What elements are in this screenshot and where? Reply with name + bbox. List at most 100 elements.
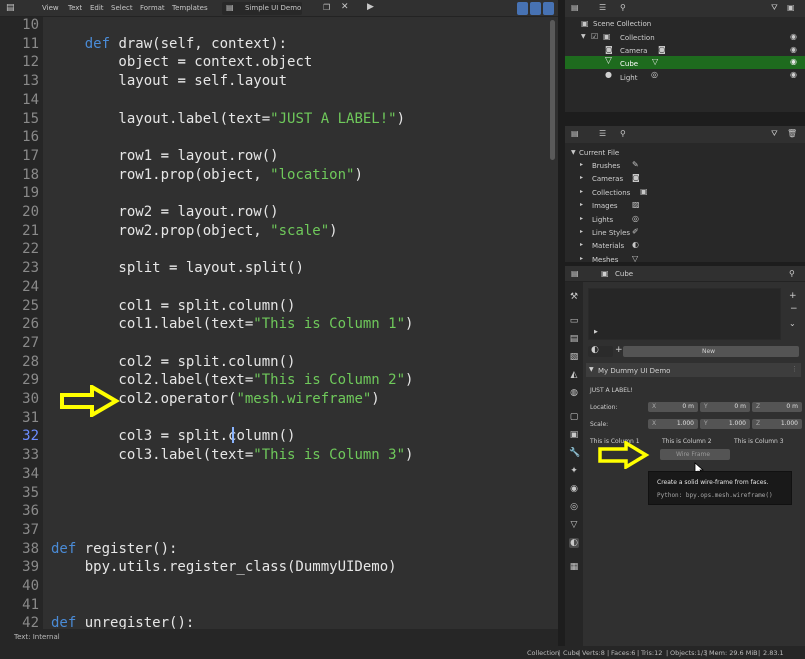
file-name[interactable]: Simple UI Demo: [245, 4, 301, 12]
menu-text[interactable]: Text: [68, 4, 82, 12]
drag-handle-icon[interactable]: ⋮: [791, 365, 798, 373]
filter-icon[interactable]: ⛛: [771, 129, 778, 139]
expand-icon[interactable]: ▸: [580, 241, 583, 248]
eye-icon[interactable]: ◉: [790, 32, 797, 41]
expand-icon[interactable]: ▸: [580, 201, 583, 208]
code-line[interactable]: col2 = split.column(): [51, 354, 295, 370]
scale-z-field[interactable]: Z 1.000: [752, 419, 802, 429]
expand-icon[interactable]: ▸: [580, 161, 583, 168]
view-layer-tab-icon[interactable]: ▧: [569, 352, 579, 362]
add-slot-icon[interactable]: +: [789, 291, 797, 301]
close-icon[interactable]: ✕: [341, 2, 349, 12]
datablock-item[interactable]: Meshes: [592, 256, 618, 264]
code-line[interactable]: split = layout.split(): [51, 260, 303, 276]
code-line[interactable]: row1.prop(object, "location"): [51, 167, 362, 183]
syntax-highlight-toggle[interactable]: [543, 2, 554, 15]
menu-select[interactable]: Select: [111, 4, 133, 12]
location-y-field[interactable]: Y 0 m: [700, 402, 750, 412]
copy-icon[interactable]: ❐: [323, 3, 330, 12]
location-z-field[interactable]: Z 0 m: [752, 402, 802, 412]
material-slot-list[interactable]: [588, 288, 781, 340]
scale-x-field[interactable]: X 1.000: [648, 419, 698, 429]
code-line[interactable]: def unregister():: [51, 615, 194, 629]
expand-icon[interactable]: ▸: [580, 174, 583, 181]
editor-type-icon[interactable]: ▤: [6, 3, 15, 13]
display-mode-icon[interactable]: ☰: [599, 129, 606, 138]
outliner-item-collection[interactable]: Collection: [620, 34, 655, 42]
collapse-icon[interactable]: ▼: [589, 366, 594, 373]
code-area[interactable]: def draw(self, context): object = contex…: [43, 17, 558, 629]
datablock-item[interactable]: Brushes: [592, 162, 620, 170]
render-tab-icon[interactable]: ▭: [569, 316, 579, 326]
constraints-tab-icon[interactable]: ◎: [569, 502, 579, 512]
material-tab-icon[interactable]: ◐: [569, 538, 579, 548]
code-line[interactable]: bpy.utils.register_class(DummyUIDemo): [51, 559, 397, 575]
eye-icon[interactable]: ◉: [790, 45, 797, 54]
eye-icon[interactable]: ◉: [790, 57, 797, 66]
code-line[interactable]: def register():: [51, 541, 177, 557]
menu-format[interactable]: Format: [140, 4, 165, 12]
code-line[interactable]: col3.label(text="This is Column 3"): [51, 447, 413, 463]
menu-templates[interactable]: Templates: [172, 4, 208, 12]
expand-icon[interactable]: ▸: [580, 228, 583, 235]
remove-slot-icon[interactable]: −: [790, 304, 798, 314]
run-script-icon[interactable]: ▶: [367, 2, 374, 12]
scene-tab-icon[interactable]: ◭: [569, 370, 579, 380]
particles-tab-icon[interactable]: ✦: [569, 466, 579, 476]
datablock-item[interactable]: Materials: [592, 242, 624, 250]
physics-tab-icon[interactable]: ◉: [569, 484, 579, 494]
code-line[interactable]: col3 = split.column(): [51, 428, 295, 444]
outliner-row-selected[interactable]: [565, 56, 805, 69]
output-tab-icon[interactable]: ▤: [569, 334, 579, 344]
outliner-scene-collection[interactable]: Scene Collection: [593, 20, 651, 28]
line-numbers-toggle[interactable]: [517, 2, 528, 15]
pin-icon[interactable]: ⚲: [789, 269, 795, 278]
menu-view[interactable]: View: [42, 4, 59, 12]
code-line[interactable]: layout = self.layout: [51, 73, 287, 89]
filter-icon[interactable]: ⛛: [771, 3, 778, 13]
checkbox-icon[interactable]: ☑: [591, 32, 598, 41]
display-mode-icon[interactable]: ☰: [599, 3, 606, 12]
search-icon[interactable]: ⚲: [620, 3, 626, 12]
current-file-label[interactable]: Current File: [579, 149, 619, 157]
code-line[interactable]: col1 = split.column(): [51, 298, 295, 314]
collection-tab-icon[interactable]: ▢: [569, 412, 579, 422]
data-tab-icon[interactable]: ▽: [569, 520, 579, 530]
editor-type-icon[interactable]: ▤: [571, 129, 579, 138]
modifier-tab-icon[interactable]: 🔧: [569, 448, 580, 458]
editor-scrollbar[interactable]: [550, 20, 555, 160]
outliner-item-light[interactable]: Light: [620, 74, 637, 82]
texture-tab-icon[interactable]: ▦: [569, 562, 579, 572]
expand-icon[interactable]: ▼: [581, 33, 586, 40]
location-x-field[interactable]: X 0 m: [648, 402, 698, 412]
code-line[interactable]: row2 = layout.row(): [51, 204, 278, 220]
expand-icon[interactable]: ▼: [571, 149, 576, 156]
delete-icon[interactable]: 🗑: [787, 129, 797, 138]
editor-type-icon[interactable]: ▤: [571, 3, 579, 12]
expand-icon[interactable]: ▸: [580, 255, 583, 262]
eye-icon[interactable]: ◉: [790, 70, 797, 79]
expand-icon[interactable]: ▸: [580, 188, 583, 195]
new-collection-icon[interactable]: ▣: [787, 3, 795, 12]
code-line[interactable]: col1.label(text="This is Column 1"): [51, 316, 413, 332]
editor-type-icon[interactable]: ▤: [571, 269, 579, 278]
menu-edit[interactable]: Edit: [90, 4, 104, 12]
scale-y-field[interactable]: Y 1.000: [700, 419, 750, 429]
datablock-item[interactable]: Collections: [592, 189, 630, 197]
object-tab-icon[interactable]: ▣: [569, 430, 579, 440]
outliner-item-camera[interactable]: Camera: [620, 47, 647, 55]
search-icon[interactable]: ⚲: [620, 129, 626, 138]
code-line[interactable]: layout.label(text="JUST A LABEL!"): [51, 111, 405, 127]
datablock-item[interactable]: Lights: [592, 216, 613, 224]
expand-icon[interactable]: ▸: [580, 215, 583, 222]
code-line[interactable]: row1 = layout.row(): [51, 148, 278, 164]
code-line[interactable]: row2.prop(object, "scale"): [51, 223, 337, 239]
code-line[interactable]: object = context.object: [51, 54, 312, 70]
datablock-item[interactable]: Line Styles: [592, 229, 630, 237]
new-material-plus-icon[interactable]: +: [615, 345, 623, 355]
code-line[interactable]: def draw(self, context):: [51, 36, 287, 52]
slot-menu-icon[interactable]: ⌄: [789, 319, 796, 328]
datablock-item[interactable]: Images: [592, 202, 618, 210]
tool-tab-icon[interactable]: ⚒: [569, 292, 579, 302]
datablock-item[interactable]: Cameras: [592, 175, 623, 183]
